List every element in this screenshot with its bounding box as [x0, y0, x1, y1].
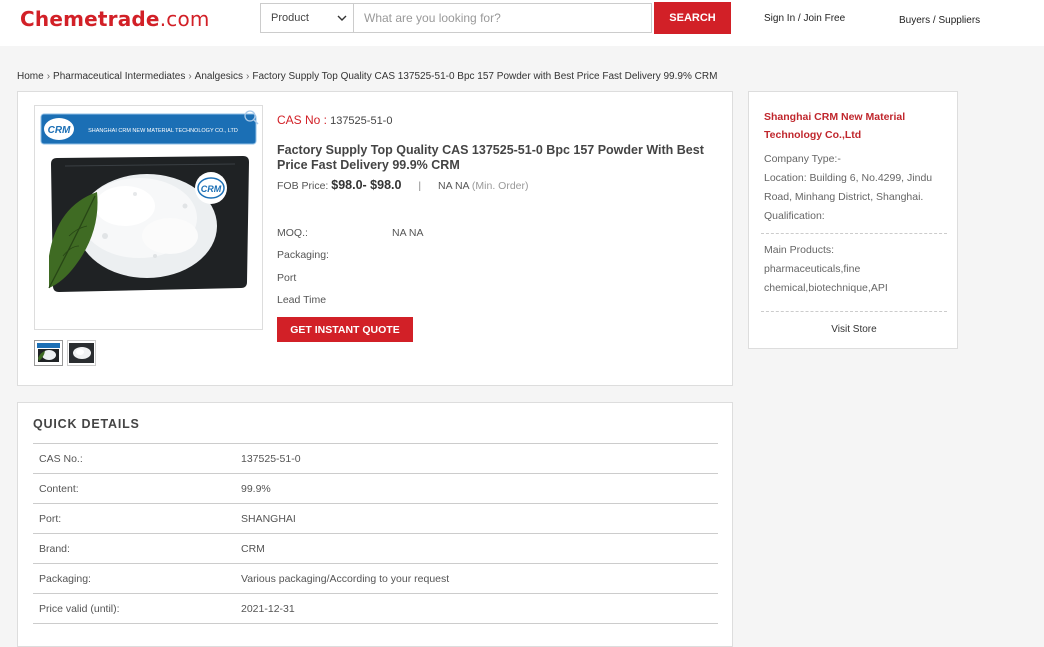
fob-label: FOB Price: — [277, 180, 329, 192]
min-qty: NA NA — [438, 180, 469, 192]
product-main-image[interactable]: CRM SHANGHAI CRM NEW MATERIAL TECHNOLOGY… — [34, 105, 263, 330]
product-title: Factory Supply Top Quality CAS 137525-51… — [277, 143, 704, 172]
detail-value: 137525-51-0 — [241, 453, 301, 465]
moq-label: MOQ.: — [277, 227, 308, 239]
main-products: Main Products: pharmaceuticals,fine chem… — [764, 241, 949, 298]
search-input[interactable] — [354, 3, 652, 33]
breadcrumb-separator: › — [46, 71, 51, 82]
site-header: Chemetrade.com Product SEARCH Sign In / … — [0, 0, 1044, 46]
breadcrumb-item-home[interactable]: Home — [17, 71, 44, 82]
logo-main-text: Chemetrade — [20, 7, 160, 31]
breadcrumb-item-category[interactable]: Pharmaceutical Intermediates — [53, 71, 185, 82]
thumbnail-2[interactable] — [67, 340, 96, 366]
breadcrumb-item-current: Factory Supply Top Quality CAS 137525-51… — [252, 71, 718, 82]
breadcrumb-item-subcategory[interactable]: Analgesics — [195, 71, 243, 82]
detail-key: Brand: — [39, 543, 70, 555]
company-type: Company Type:- — [764, 153, 841, 165]
detail-key: Port: — [39, 513, 62, 525]
price-value: $98.0- $98.0 — [331, 178, 402, 192]
logo-tld-text: .com — [159, 7, 210, 31]
supplier-card: Shanghai CRM New Material Technology Co.… — [748, 91, 958, 349]
chevron-down-icon — [337, 15, 347, 21]
signin-link[interactable]: Sign In / Join Free — [764, 13, 845, 24]
get-instant-quote-button[interactable]: GET INSTANT QUOTE — [277, 317, 413, 342]
svg-text:CRM: CRM — [201, 184, 222, 194]
detail-key: Packaging: — [39, 573, 91, 585]
detail-value: 99.9% — [241, 483, 271, 495]
company-location: Location: Building 6, No.4299, Jindu Roa… — [764, 172, 933, 203]
site-logo[interactable]: Chemetrade.com — [20, 7, 210, 31]
visit-store-link[interactable]: Visit Store — [749, 324, 959, 335]
packaging-label: Packaging: — [277, 249, 329, 261]
table-row: Packaging: Various packaging/According t… — [33, 564, 718, 594]
quick-details-card: QUICK DETAILS CAS No.: 137525-51-0 Conte… — [17, 402, 733, 647]
table-row: Price valid (until): 2021-12-31 — [33, 594, 718, 624]
breadcrumb-separator: › — [188, 71, 192, 82]
search-category-label: Product — [271, 12, 309, 24]
search-button[interactable]: SEARCH — [654, 2, 731, 34]
detail-value: SHANGHAI — [241, 513, 296, 525]
search-category-select[interactable]: Product — [260, 3, 354, 33]
main-products-label: Main Products: — [764, 244, 835, 256]
port-label: Port — [277, 272, 297, 284]
divider — [761, 311, 947, 312]
breadcrumb: Home › Pharmaceutical Intermediates › Analge… — [17, 71, 717, 82]
detail-key: CAS No.: — [39, 453, 83, 465]
table-row: Port: SHANGHAI — [33, 504, 718, 534]
product-photo: CRM SHANGHAI CRM NEW MATERIAL TECHNOLOGY… — [35, 106, 262, 329]
fob-price-line: FOB Price: $98.0- $98.0 | NA NA (Min. Or… — [277, 178, 529, 192]
zoom-icon[interactable] — [242, 108, 260, 126]
thumbnail-1[interactable] — [34, 340, 63, 366]
quick-details-table: CAS No.: 137525-51-0 Content: 99.9% Port… — [33, 443, 718, 624]
detail-value: 2021-12-31 — [241, 603, 295, 615]
image-logo-text: CRM — [48, 125, 71, 136]
lead-time-label: Lead Time — [277, 294, 327, 306]
quick-details-title: QUICK DETAILS — [33, 417, 140, 431]
table-row: Brand: CRM — [33, 534, 718, 564]
detail-key: Price valid (until): — [39, 603, 120, 615]
moq-value: NA NA — [392, 227, 424, 239]
buyers-suppliers-link[interactable]: Buyers / Suppliers — [899, 15, 980, 26]
supplier-name[interactable]: Shanghai CRM New Material Technology Co.… — [764, 108, 944, 144]
cas-line: CAS No : 137525-51-0 — [277, 113, 392, 127]
image-banner-text: SHANGHAI CRM NEW MATERIAL TECHNOLOGY CO.… — [88, 128, 238, 134]
breadcrumb-separator: › — [246, 71, 250, 82]
detail-value: Various packaging/According to your requ… — [241, 573, 450, 585]
detail-key: Content: — [39, 483, 79, 495]
detail-value: CRM — [241, 543, 265, 555]
product-card: CRM SHANGHAI CRM NEW MATERIAL TECHNOLOGY… — [17, 91, 733, 386]
cas-label: CAS No : — [277, 113, 328, 127]
cas-value: 137525-51-0 — [330, 115, 393, 127]
company-qualification: Qualification: — [764, 210, 825, 222]
price-separator: | — [418, 180, 422, 192]
table-row: Content: 99.9% — [33, 474, 718, 504]
main-products-value: pharmaceuticals,fine chemical,biotechniq… — [764, 263, 888, 294]
min-order-label: (Min. Order) — [471, 180, 529, 192]
table-row: CAS No.: 137525-51-0 — [33, 444, 718, 474]
supplier-info: Company Type:- Location: Building 6, No.… — [764, 150, 949, 226]
divider — [761, 233, 947, 234]
